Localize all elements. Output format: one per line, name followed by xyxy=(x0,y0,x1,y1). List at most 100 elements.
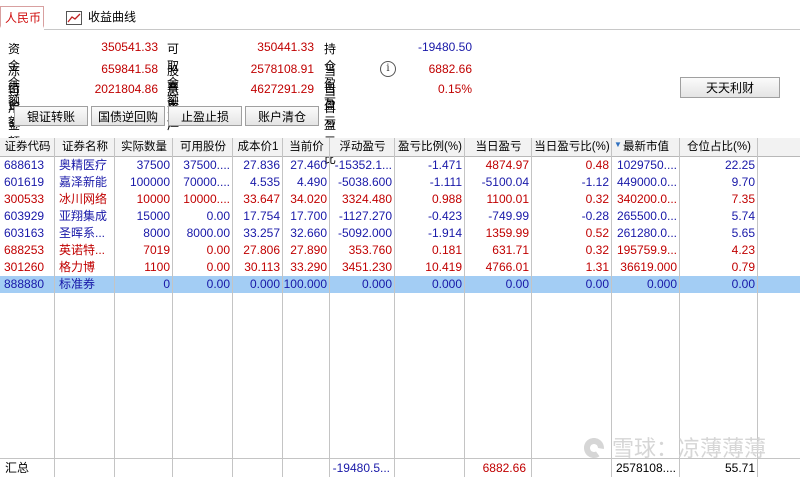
cell-today-ratio: 0.52 xyxy=(585,226,609,240)
table-header: 证券代码 证券名称 实际数量 可用股份 成本价1 当前价 浮动盈亏 盈亏比例(%) 当日盈亏 当日… xyxy=(0,138,800,157)
cell-market-value: 0.000 xyxy=(646,277,677,291)
cell-price: 17.700 xyxy=(290,209,327,223)
cell-code: 688613 xyxy=(4,158,45,172)
column-header[interactable]: 当前价 xyxy=(283,138,330,156)
summary-float-pl: -19480.5... xyxy=(332,461,390,475)
cell-available: 8000.00 xyxy=(186,226,230,240)
cell-cost: 27.806 xyxy=(243,243,280,257)
column-header[interactable]: 成本价1 xyxy=(233,138,283,156)
column-divider xyxy=(329,138,330,477)
column-header[interactable]: 当日盈亏 xyxy=(465,138,532,156)
cell-name: 亚翔集成 xyxy=(59,209,108,223)
column-header[interactable]: 最新市值 xyxy=(612,138,680,156)
cell-price: 27.890 xyxy=(290,243,327,257)
column-divider xyxy=(394,138,395,477)
cell-name: 格力博 xyxy=(59,260,96,274)
watermark-text: 雪球：凉薄薄薄 xyxy=(612,436,767,461)
cell-today-pl: 1359.99 xyxy=(485,226,529,240)
today-pl-value: 6882.66 xyxy=(428,62,472,76)
column-header[interactable]: 证券代码 xyxy=(0,138,55,156)
cell-float-pl: 0.000 xyxy=(361,277,392,291)
column-header[interactable]: 证券名称 xyxy=(55,138,115,156)
table-row[interactable]: 603929 亚翔集成 15000 0.00 17.754 17.700 -1127.270… xyxy=(0,208,800,225)
cell-quantity: 37500 xyxy=(136,158,170,172)
column-divider xyxy=(679,138,680,477)
table-row[interactable]: 888880 标准券 0 0.00 0.000 100.000 0.000 0.000 0.00… xyxy=(0,276,800,293)
cell-today-pl: -749.99 xyxy=(488,209,529,223)
column-header[interactable]: 仓位占比(%) xyxy=(680,138,758,156)
cell-pl-ratio: -1.914 xyxy=(427,226,462,240)
cell-float-pl: -15352.1... xyxy=(334,158,392,172)
cell-price: 34.020 xyxy=(290,192,327,206)
cell-name: 嘉泽新能 xyxy=(59,175,108,189)
cell-price: 27.460 xyxy=(290,158,327,172)
cell-position: 9.70 xyxy=(731,175,755,189)
cell-price: 100.000 xyxy=(283,277,327,291)
cell-position: 7.35 xyxy=(731,192,755,206)
cell-float-pl: -5038.600 xyxy=(337,175,392,189)
table-row[interactable]: 688613 奥精医疗 37500 37500.... 27.836 27.460 -153… xyxy=(0,157,800,174)
reverse-repo-button[interactable]: 国债逆回购 xyxy=(91,106,165,126)
tiantian-licai-button[interactable]: 天天利财 xyxy=(680,77,780,98)
table-row[interactable]: 300533 冰川网络 10000 10000.... 33.647 34.020 3324… xyxy=(0,191,800,208)
cell-quantity: 100000 xyxy=(129,175,170,189)
column-divider xyxy=(54,138,55,477)
snowball-logo-icon xyxy=(584,438,604,458)
cell-name: 标准券 xyxy=(59,277,96,291)
table-row[interactable]: 601619 嘉泽新能 100000 70000.... 4.535 4.490 -5038… xyxy=(0,174,800,191)
chart-icon xyxy=(66,11,82,25)
tab-rmb-label: 人民币 xyxy=(5,11,42,25)
tab-profit-curve-label: 收益曲线 xyxy=(88,10,137,24)
cell-pl-ratio: 0.988 xyxy=(431,192,462,206)
cell-today-pl: 0.00 xyxy=(505,277,529,291)
bank-transfer-button[interactable]: 银证转账 xyxy=(14,106,88,126)
cell-code: 301260 xyxy=(4,260,45,274)
cell-position: 5.74 xyxy=(731,209,755,223)
cell-code: 688253 xyxy=(4,243,45,257)
cell-today-ratio: 0.32 xyxy=(585,243,609,257)
cell-price: 33.290 xyxy=(290,260,327,274)
cell-cost: 33.647 xyxy=(243,192,280,206)
table-row[interactable]: 688253 英诺特... 7019 0.00 27.806 27.890 353.760 0… xyxy=(0,242,800,259)
cell-today-pl: 4874.97 xyxy=(485,158,529,172)
cell-available: 0.00 xyxy=(206,260,230,274)
cell-code: 603163 xyxy=(4,226,45,240)
tab-rmb[interactable]: 人民币 xyxy=(0,6,44,28)
cell-available: 37500.... xyxy=(183,158,230,172)
cell-code: 300533 xyxy=(4,192,45,206)
cell-available: 0.00 xyxy=(206,277,230,291)
column-divider xyxy=(172,138,173,477)
cell-float-pl: -5092.000 xyxy=(337,226,392,240)
cell-float-pl: 3451.230 xyxy=(341,260,392,274)
cell-cost: 17.754 xyxy=(243,209,280,223)
column-header[interactable]: 当日盈亏比(%) xyxy=(532,138,612,156)
column-header[interactable]: 实际数量 xyxy=(115,138,173,156)
cell-quantity: 0 xyxy=(163,277,170,291)
table-row[interactable]: 603163 圣晖系... 8000 8000.00 33.257 32.660 -5092… xyxy=(0,225,800,242)
today-pl-ratio-value: 0.15% xyxy=(437,82,472,96)
summary-label: 汇总 xyxy=(5,461,30,475)
cell-price: 32.660 xyxy=(290,226,327,240)
cell-quantity: 8000 xyxy=(143,226,170,240)
column-header[interactable]: 盈亏比例(%) xyxy=(395,138,465,156)
cell-market-value: 36619.000 xyxy=(620,260,677,274)
watermark: 雪球：凉薄薄薄 xyxy=(582,434,782,464)
table-row[interactable]: 301260 格力博 1100 0.00 30.113 33.290 3451.230 10.… xyxy=(0,259,800,276)
cell-position: 0.00 xyxy=(731,277,755,291)
clear-positions-button[interactable]: 账户清仓 xyxy=(245,106,319,126)
cell-market-value: 340200.0... xyxy=(616,192,677,206)
tab-bar: 人民币 收益曲线 xyxy=(0,0,800,30)
cell-name: 奥精医疗 xyxy=(59,158,108,172)
cell-code: 601619 xyxy=(4,175,45,189)
stop-profit-loss-button[interactable]: 止盈止损 xyxy=(168,106,242,126)
cell-cost: 27.836 xyxy=(243,158,280,172)
cell-market-value: 195759.9... xyxy=(616,243,677,257)
info-icon[interactable]: i xyxy=(380,61,396,77)
cell-available: 10000.... xyxy=(183,192,230,206)
cell-today-ratio: 0.32 xyxy=(585,192,609,206)
cell-pl-ratio: -1.111 xyxy=(429,175,462,189)
column-header[interactable]: 浮动盈亏 xyxy=(330,138,395,156)
column-divider xyxy=(282,138,283,477)
column-header[interactable]: 可用股份 xyxy=(173,138,233,156)
tab-profit-curve[interactable]: 收益曲线 xyxy=(66,8,136,26)
